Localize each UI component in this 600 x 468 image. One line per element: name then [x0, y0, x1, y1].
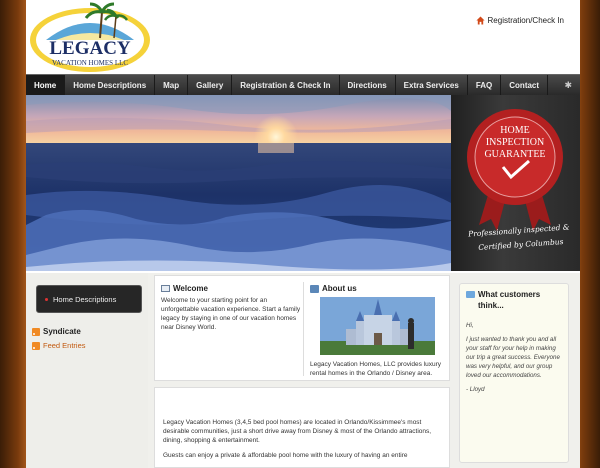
testimonial-body: Hi, I just wanted to thank you and all y… — [466, 322, 562, 395]
about-text: Legacy Vacation Homes, LLC provides luxu… — [310, 361, 442, 378]
nav-extra-services[interactable]: Extra Services — [396, 75, 468, 95]
castle-image[interactable] — [320, 297, 435, 355]
testimonial-signature: - Lloyd — [466, 385, 485, 393]
nav-directions[interactable]: Directions — [340, 75, 396, 95]
legacy-logo[interactable]: LEGACY VACATION HOMES LLC — [28, 2, 158, 72]
chat-icon — [466, 291, 475, 298]
about-title: About us — [322, 284, 357, 293]
page: LEGACY VACATION HOMES LLC Registration/C… — [26, 0, 580, 468]
feed-icon — [32, 341, 40, 350]
inspection-guarantee-banner[interactable]: HOME INSPECTION GUARANTEE Professionally… — [451, 95, 580, 271]
svg-text:Certified by Columbus: Certified by Columbus — [478, 237, 564, 252]
svg-text:INSPECTION: INSPECTION — [486, 137, 544, 148]
svg-text:LEGACY: LEGACY — [49, 38, 131, 59]
nav-map[interactable]: Map — [155, 75, 189, 95]
nav-gallery[interactable]: Gallery — [188, 75, 233, 95]
svg-text:Professionally inspected &: Professionally inspected & — [467, 222, 570, 238]
hero-ocean-image — [26, 95, 451, 271]
sidebar-item-label: Home Descriptions — [53, 294, 117, 304]
syndicate-heading: Syndicate — [32, 327, 81, 336]
content-area: Home Descriptions Syndicate Feed Entries… — [26, 273, 580, 468]
welcome-heading: Welcome — [161, 284, 301, 293]
svg-text:VACATION HOMES LLC: VACATION HOMES LLC — [52, 59, 128, 67]
left-sidebar: Home Descriptions Syndicate Feed Entries — [26, 273, 148, 468]
testimonial-heading: What customers think... — [466, 290, 562, 312]
bullet-icon — [45, 297, 48, 301]
feed-entries-link[interactable]: Feed Entries — [32, 341, 86, 350]
registration-link-label: Registration/Check In — [487, 16, 564, 25]
nav-faq[interactable]: FAQ — [468, 75, 502, 95]
nav-home-descriptions[interactable]: Home Descriptions — [65, 75, 156, 95]
feed-entries-label: Feed Entries — [43, 341, 86, 350]
welcome-title: Welcome — [173, 284, 208, 293]
registration-link[interactable]: Registration/Check In — [475, 16, 564, 25]
syndicate-title: Syndicate — [43, 327, 81, 336]
info-icon — [310, 284, 319, 293]
welcome-about-panel: Welcome Welcome to your starting point f… — [154, 275, 450, 381]
testimonial-greeting: Hi, — [466, 321, 474, 329]
rss-icon — [32, 327, 40, 336]
sidebar-menu: Home Descriptions — [36, 285, 142, 313]
welcome-section: Welcome Welcome to your starting point f… — [161, 284, 301, 332]
header: LEGACY VACATION HOMES LLC Registration/C… — [26, 0, 580, 74]
welcome-text: Welcome to your starting point for an un… — [161, 297, 301, 332]
gear-icon[interactable]: ✱ — [556, 75, 580, 95]
intro-panel: Legacy Vacation Homes (3,4,5 bed pool ho… — [154, 387, 450, 468]
main-nav: Home Home Descriptions Map Gallery Regis… — [26, 74, 580, 95]
nav-home[interactable]: Home — [26, 75, 66, 95]
testimonial-text: I just wanted to thank you and all your … — [466, 335, 560, 379]
home-icon — [475, 16, 485, 25]
column-divider — [303, 282, 304, 376]
about-section: About us Legacy Vacation Homes, LLC prov… — [310, 284, 445, 378]
svg-text:HOME: HOME — [500, 125, 529, 136]
intro-paragraph-1: Legacy Vacation Homes (3,4,5 bed pool ho… — [163, 419, 432, 445]
nav-contact[interactable]: Contact — [501, 75, 549, 95]
intro-paragraph-2: Guests can enjoy a private & affordable … — [163, 452, 408, 460]
inspection-seal-icon: HOME INSPECTION GUARANTEE Professionally… — [467, 109, 570, 252]
nav-registration[interactable]: Registration & Check In — [232, 75, 340, 95]
svg-text:GUARANTEE: GUARANTEE — [484, 149, 545, 160]
testimonial-box: What customers think... Hi, I just wante… — [459, 283, 569, 463]
about-heading: About us — [310, 284, 445, 293]
mail-icon — [161, 285, 170, 292]
sidebar-item-home-descriptions[interactable]: Home Descriptions — [45, 295, 116, 304]
testimonial-title: What customers think... — [478, 290, 541, 310]
